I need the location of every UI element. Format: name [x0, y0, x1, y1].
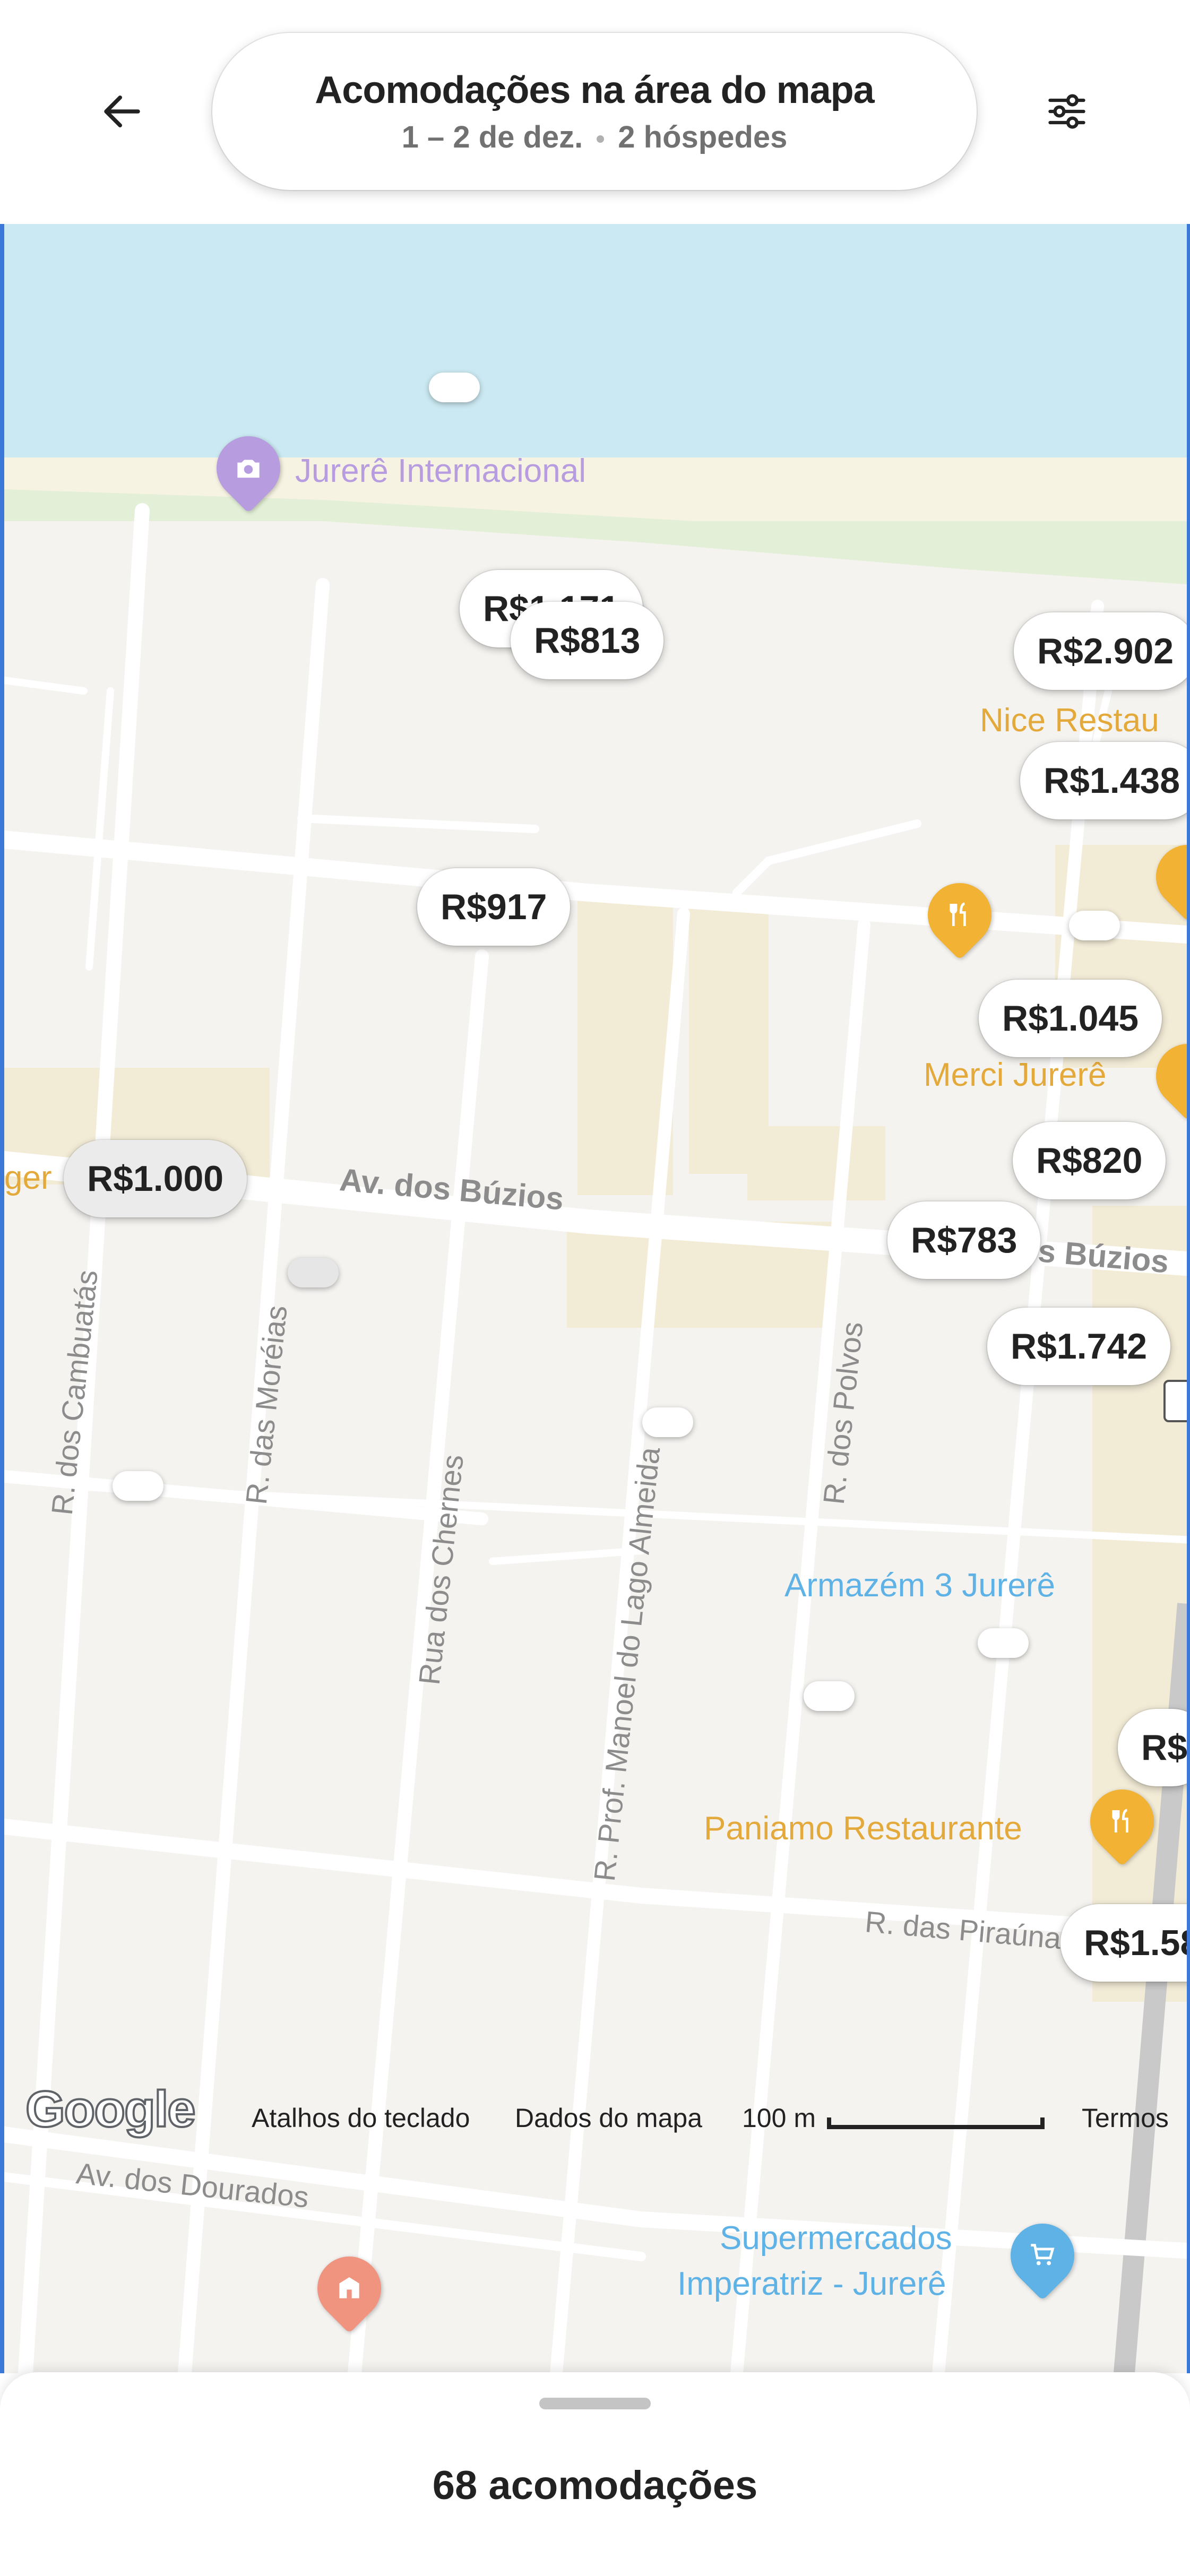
search-subtitle: 1 – 2 de dez. 2 hóspedes — [402, 119, 788, 155]
camera-icon — [237, 460, 260, 478]
price-pin[interactable]: R$1.58 — [1060, 1904, 1187, 1982]
top-bar: Acomodações na área do mapa 1 – 2 de dez… — [0, 0, 1190, 224]
search-guests: 2 hóspedes — [618, 119, 788, 154]
poi-label-jurere[interactable]: Jurerê Internacional — [295, 452, 586, 490]
mini-listing-pin[interactable] — [113, 1471, 163, 1501]
fork-knife-icon — [1112, 1809, 1128, 1832]
google-logo: Google — [24, 2080, 197, 2139]
poi-label-paniamo[interactable]: Paniamo Restaurante — [704, 1810, 1022, 1847]
sliders-icon — [1048, 94, 1085, 129]
price-pin[interactable]: R$1.438 — [1020, 742, 1187, 819]
search-dates: 1 – 2 de dez. — [401, 119, 583, 154]
listings-bottom-sheet[interactable]: 68 acomodações — [0, 2372, 1190, 2576]
search-title: Acomodações na área do mapa — [315, 68, 874, 111]
price-pin[interactable]: R$820 — [1013, 1122, 1166, 1199]
poi-label-super-1[interactable]: Supermercados — [720, 2219, 952, 2257]
search-summary-pill[interactable]: Acomodações na área do mapa 1 – 2 de dez… — [212, 33, 977, 190]
scale-bar — [827, 2117, 1045, 2129]
mini-listing-pin[interactable] — [1069, 911, 1120, 940]
price-pin[interactable]: R$783 — [887, 1201, 1041, 1279]
poi-label-left-cut[interactable]: ger — [4, 1159, 52, 1197]
poi-label-armazem[interactable]: Armazém 3 Jurerê — [784, 1567, 1055, 1604]
poi-label-merci[interactable]: Merci Jurerê — [924, 1056, 1107, 1094]
shopping-cart-icon — [1031, 2244, 1055, 2266]
mini-listing-pin[interactable] — [288, 1258, 339, 1287]
back-button[interactable] — [90, 80, 154, 143]
map-data-link[interactable]: Dados do mapa — [515, 2103, 702, 2133]
price-pin[interactable]: R$2.902 — [1014, 612, 1187, 690]
arrow-left-icon — [104, 96, 140, 127]
price-pin[interactable]: R$ — [1118, 1709, 1187, 1786]
price-pin[interactable]: R$917 — [417, 868, 571, 946]
price-pin[interactable]: R$1.045 — [979, 980, 1162, 1057]
price-pin[interactable]: R$813 — [511, 602, 664, 679]
poi-label-nice[interactable]: Nice Restau — [980, 702, 1159, 739]
mini-listing-pin[interactable] — [642, 1407, 693, 1437]
school-icon — [339, 2277, 359, 2298]
mini-listing-pin[interactable] — [978, 1628, 1029, 1658]
mini-listing-pin[interactable] — [429, 373, 480, 402]
map-view[interactable]: Jurerê Internacional Nice Restau Merci J… — [0, 224, 1190, 2373]
price-pin-viewed[interactable]: R$1.000 — [64, 1140, 247, 1217]
keyboard-shortcuts-link[interactable]: Atalhos do teclado — [252, 2103, 470, 2133]
poi-label-super-2[interactable]: Imperatriz - Jurerê — [677, 2265, 946, 2303]
scale-label: 100 m — [742, 2103, 816, 2133]
filters-button[interactable] — [1035, 80, 1099, 143]
sheet-drag-handle[interactable] — [539, 2398, 651, 2409]
listings-count: 68 acomodações — [432, 2463, 758, 2508]
separator-dot — [597, 135, 605, 143]
terms-link[interactable]: Termos — [1082, 2103, 1169, 2133]
transit-stop-marker[interactable] — [1163, 1380, 1187, 1422]
map-base — [4, 224, 1187, 2373]
mini-listing-pin[interactable] — [804, 1681, 855, 1711]
price-pin[interactable]: R$1.742 — [987, 1308, 1171, 1385]
fork-knife-icon — [950, 902, 966, 926]
